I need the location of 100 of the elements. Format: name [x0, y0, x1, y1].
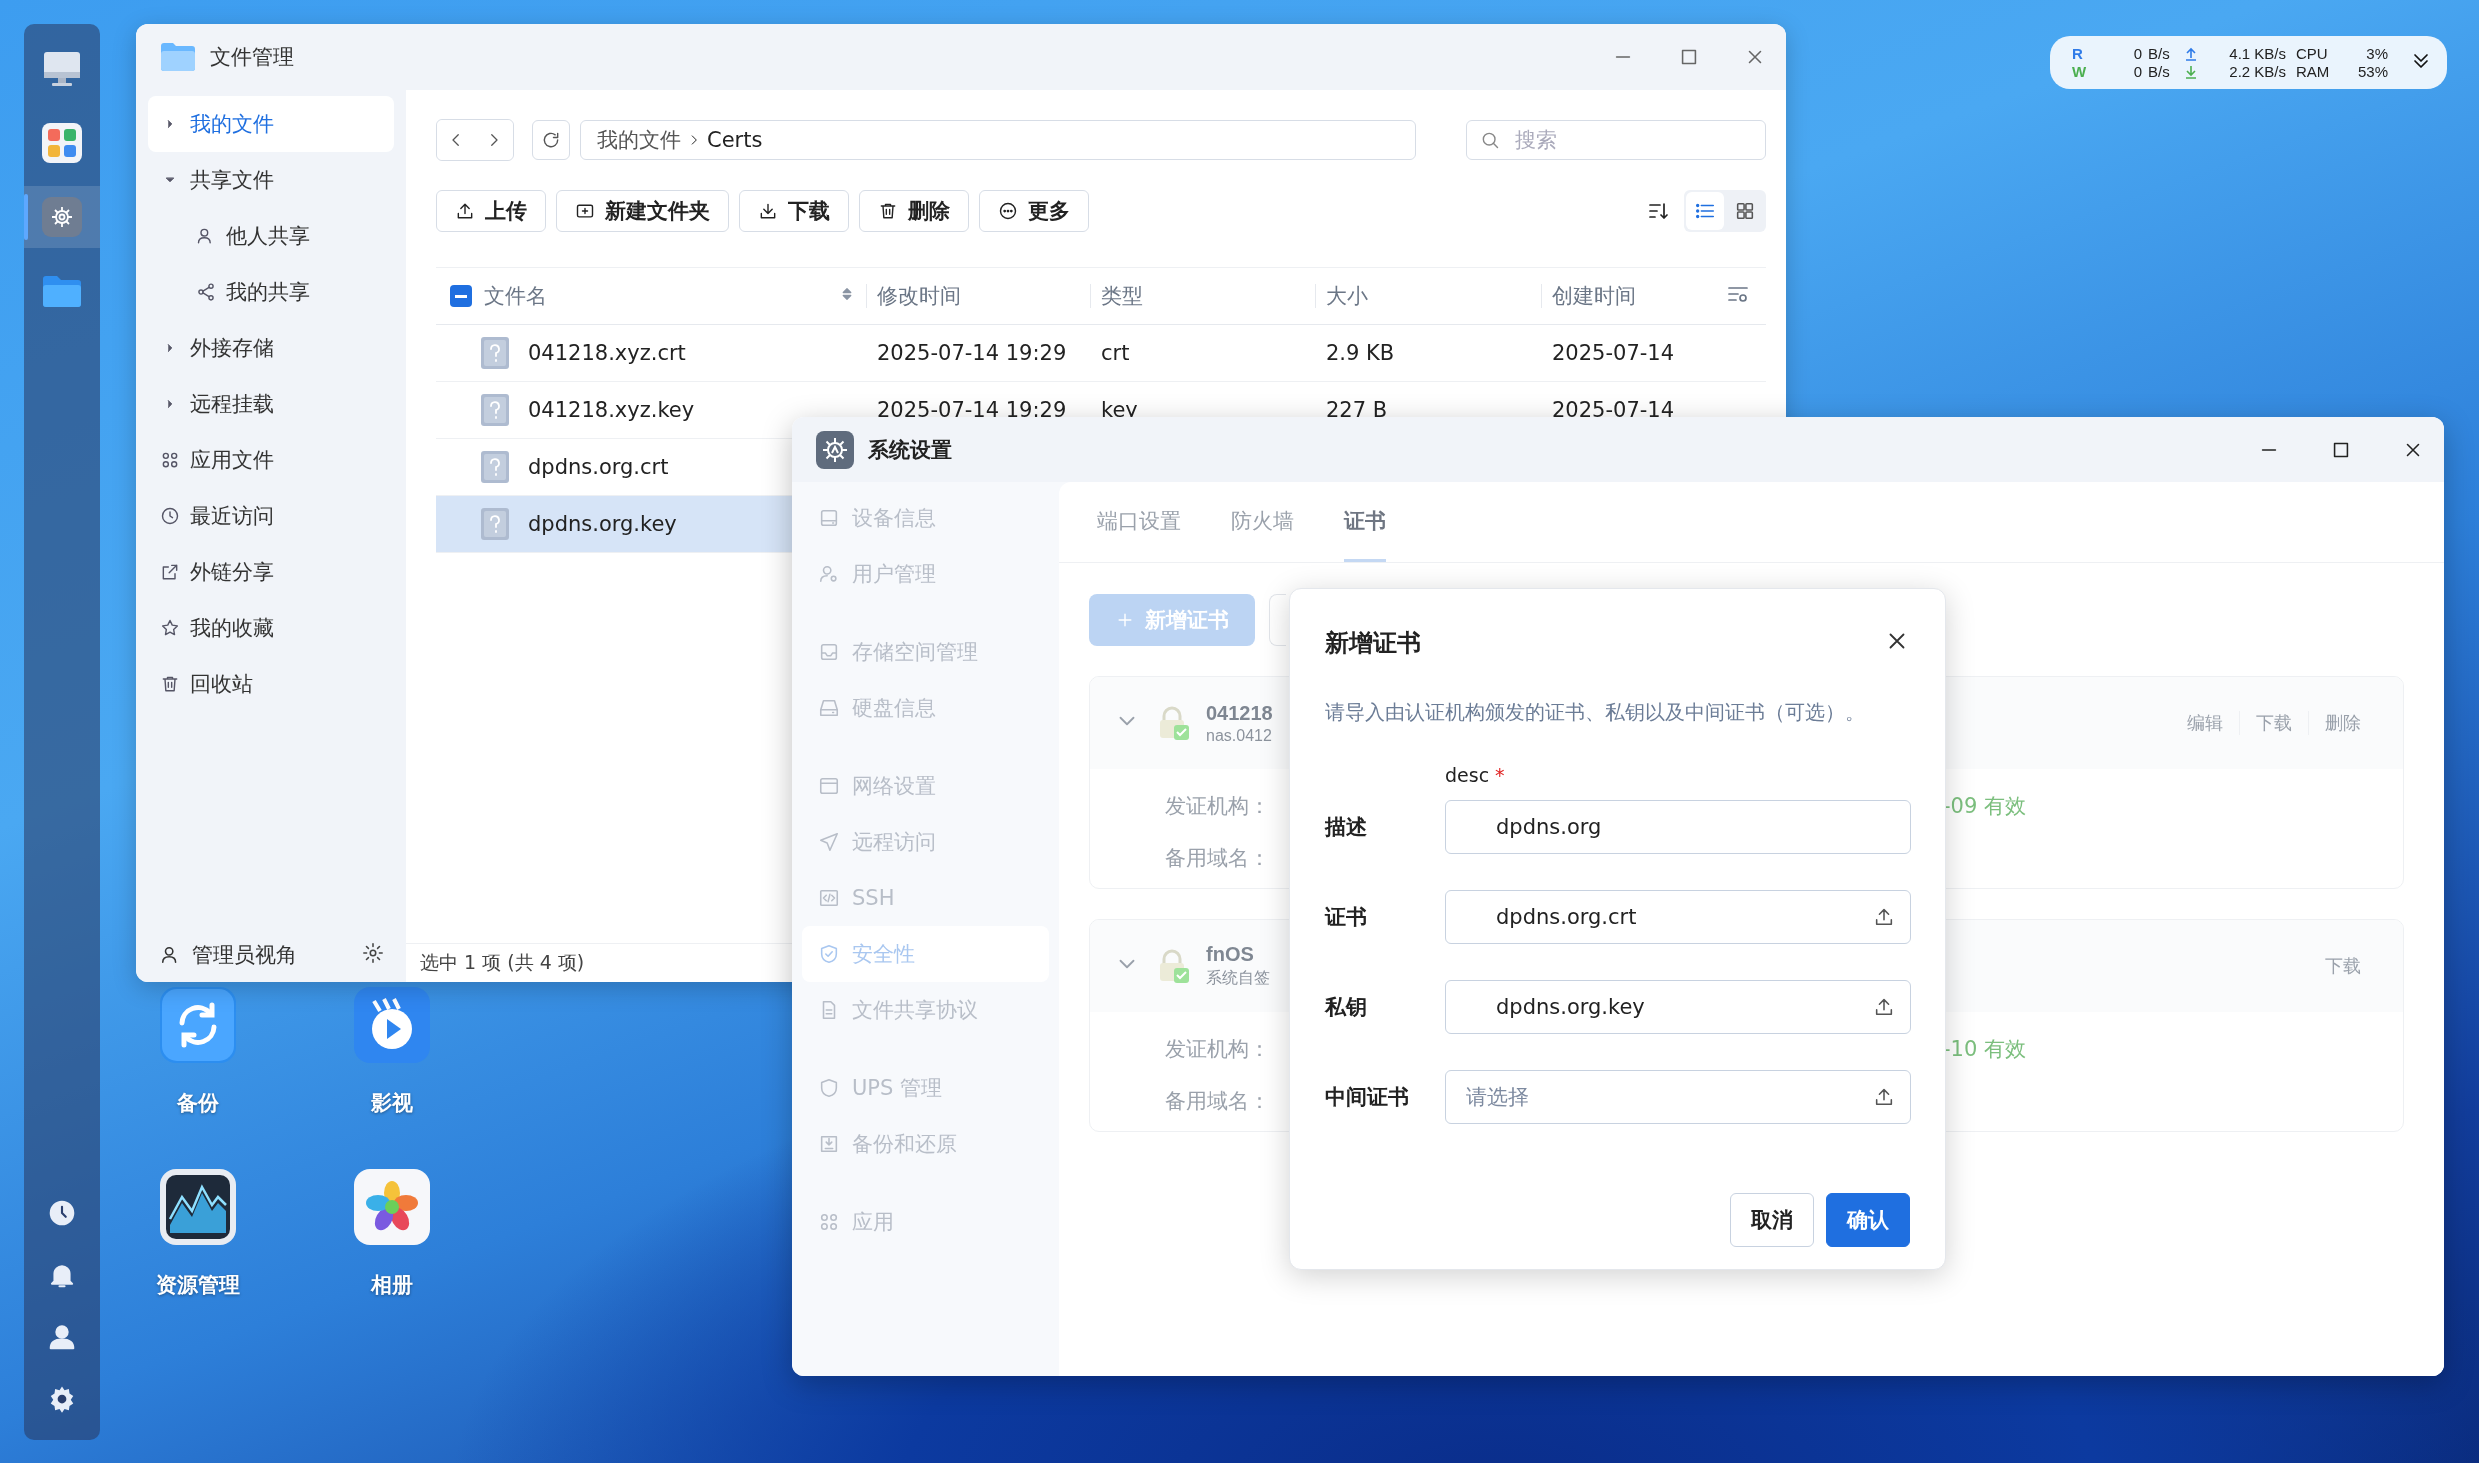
network-speed: 4.1 KB/s [2228, 44, 2287, 63]
play-icon[interactable] [354, 987, 430, 1063]
file-field[interactable]: dpdns.org.key [1445, 980, 1911, 1034]
metric-value: 3% [2365, 44, 2388, 63]
chart-icon[interactable] [160, 1169, 236, 1245]
more-icon [998, 201, 1018, 221]
app-grid-icon[interactable] [42, 123, 82, 163]
window-title: 系统设置 [868, 436, 952, 464]
toolbar-button[interactable]: 新建文件夹 [556, 190, 729, 232]
refresh-button[interactable] [532, 120, 570, 160]
flower-icon[interactable] [354, 1169, 430, 1245]
column-header[interactable]: 类型 [1101, 282, 1143, 310]
table-cell: 2025-07-14 19:29 [877, 341, 1067, 365]
unknown-file-icon [480, 507, 510, 541]
toolbar-button[interactable]: 下载 [739, 190, 849, 232]
sidebar-item[interactable]: 我的共享 [226, 278, 310, 306]
sidebar-item[interactable]: 回收站 [190, 670, 253, 698]
input-field[interactable]: dpdns.org [1445, 800, 1911, 854]
action-link[interactable]: 下载 [2309, 954, 2377, 978]
certificate-name: fnOS [1206, 943, 1255, 966]
table-cell: crt [1101, 341, 1130, 365]
unknown-file-icon [480, 393, 510, 427]
refresh-icon [541, 130, 561, 150]
search-field[interactable]: 搜索 [1466, 120, 1766, 160]
monitor-icon[interactable] [42, 50, 82, 88]
sidebar-item[interactable]: 外接存储 [190, 334, 274, 362]
upload-icon[interactable] [1873, 1086, 1895, 1108]
user-icon[interactable] [47, 1322, 77, 1352]
sidebar-item[interactable]: 我的文件 [190, 110, 274, 138]
file-name[interactable]: 041218.xyz.crt [528, 341, 686, 365]
footer-label[interactable]: 管理员视角 [192, 941, 297, 969]
field-label: 发证机构： [1165, 793, 1271, 820]
table-cell: 227 B [1326, 398, 1388, 422]
breadcrumb-item[interactable]: Certs [707, 128, 763, 152]
sidebar-item[interactable]: 最近访问 [190, 502, 274, 530]
sidebar-item[interactable]: 外链分享 [190, 558, 274, 586]
toolbar-button[interactable]: 上传 [436, 190, 546, 232]
tab[interactable]: 防火墙 [1231, 482, 1294, 562]
table-cell: 2.9 KB [1326, 341, 1395, 365]
sidebar-item[interactable]: 我的收藏 [190, 614, 274, 642]
share-link-icon [160, 562, 180, 582]
field-label: 发证机构： [1165, 1036, 1271, 1063]
sidebar-item[interactable]: 应用文件 [190, 446, 274, 474]
settings-icon[interactable] [42, 197, 82, 237]
confirm-button[interactable]: 确认 [1826, 1193, 1910, 1247]
tab[interactable]: 证书 [1344, 482, 1386, 562]
share-icon [196, 282, 216, 302]
column-header[interactable]: 大小 [1326, 282, 1368, 310]
new-folder-icon [575, 201, 595, 221]
cancel-button[interactable]: 取消 [1730, 1193, 1814, 1247]
user-settings-icon [818, 563, 840, 585]
app-label[interactable]: 影视 [371, 1089, 413, 1117]
field-label: 描述 [1325, 814, 1368, 841]
folder-icon[interactable] [41, 273, 83, 309]
validity-text: -09 有效 [1943, 793, 2026, 820]
action-link[interactable]: 编辑 [2171, 711, 2239, 735]
unknown-file-icon [480, 336, 510, 370]
download-icon [758, 201, 778, 221]
file-field[interactable]: 请选择 [1445, 1070, 1911, 1124]
sidebar-item[interactable]: 远程挂载 [190, 390, 274, 418]
dialog-description: 请导入由认证机构颁发的证书、私钥以及中间证书（可选）。 [1325, 699, 1866, 726]
column-header[interactable]: 修改时间 [877, 282, 961, 310]
sidebar-item[interactable]: 共享文件 [190, 166, 274, 194]
sidebar-item[interactable]: 他人共享 [226, 222, 310, 250]
certificate-name: 041218 [1206, 701, 1273, 725]
search-icon [1480, 130, 1500, 150]
settings-icon[interactable] [362, 941, 384, 964]
drive-icon [818, 507, 840, 529]
required-mark: * [1495, 764, 1505, 786]
app-label[interactable]: 资源管理 [156, 1271, 240, 1299]
upload-icon[interactable] [1873, 996, 1895, 1018]
toolbar-button[interactable]: 删除 [859, 190, 969, 232]
file-field[interactable]: dpdns.org.crt [1445, 890, 1911, 944]
circular-arrows-icon[interactable] [160, 987, 236, 1063]
breadcrumb-item[interactable]: 我的文件 [597, 126, 681, 154]
action-link[interactable]: 下载 [2239, 711, 2308, 735]
clock-icon[interactable] [47, 1198, 77, 1228]
rate-unit: B/s [2148, 44, 2171, 63]
file-name[interactable]: dpdns.org.key [528, 512, 677, 536]
table-cell: 2025-07-14 [1552, 341, 1675, 365]
field-label: 备用域名： [1165, 1088, 1271, 1115]
select-all-checkbox[interactable] [450, 285, 472, 307]
upload-icon[interactable] [1873, 906, 1895, 928]
file-name[interactable]: 041218.xyz.key [528, 398, 695, 422]
file-name[interactable]: dpdns.org.crt [528, 455, 669, 479]
status-text: 选中 1 项 (共 4 项) [420, 950, 585, 975]
tray-icon [818, 641, 840, 663]
disk-label: R [2072, 44, 2084, 63]
column-header[interactable]: 创建时间 [1552, 282, 1636, 310]
toolbar-button[interactable]: 更多 [979, 190, 1089, 232]
apps-icon [160, 450, 180, 470]
column-header[interactable]: 文件名 [484, 282, 547, 310]
shield-check-icon [818, 943, 840, 965]
app-label[interactable]: 相册 [371, 1271, 413, 1299]
tab[interactable]: 端口设置 [1097, 482, 1181, 562]
app-label[interactable]: 备份 [177, 1089, 219, 1117]
action-link[interactable]: 删除 [2308, 711, 2377, 735]
send-icon [818, 831, 840, 853]
list-view-button[interactable] [1686, 192, 1724, 230]
metric-label: RAM [2296, 62, 2331, 81]
